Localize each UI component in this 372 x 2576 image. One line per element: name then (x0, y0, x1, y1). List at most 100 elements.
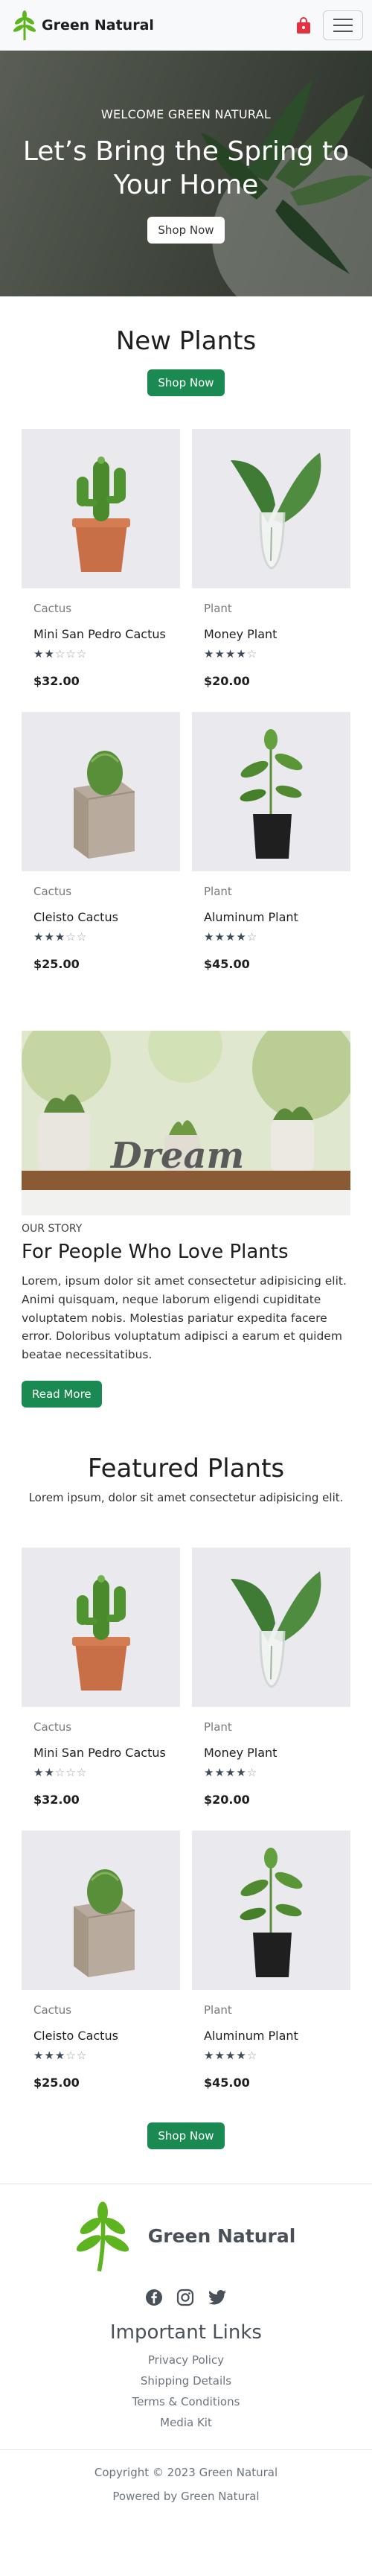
product-image[interactable] (22, 1547, 180, 1707)
featured-plants-subtitle: Lorem ipsum, dolor sit amet consectetur … (28, 1490, 344, 1504)
product-image[interactable] (22, 429, 180, 588)
new-plants-section: New Plants Shop Now Cactus Mini San Pedr… (0, 296, 372, 971)
footer: Green Natural Important Links Privacy Po… (0, 2183, 372, 2517)
star-empty-icon: ☆ (246, 930, 258, 944)
footer-link-shipping-details[interactable]: Shipping Details (0, 2370, 372, 2391)
hero-shop-now-button[interactable]: Shop Now (147, 217, 225, 244)
star-filled-icon: ★ (44, 1765, 55, 1779)
star-empty-icon: ☆ (54, 647, 66, 661)
product-image[interactable] (22, 1830, 180, 1990)
product-card[interactable]: Cactus Mini San Pedro Cactus ★★☆☆☆ $32.0… (22, 1547, 180, 1807)
product-card[interactable]: Cactus Cleisto Cactus ★★★☆☆ $25.00 (22, 712, 180, 971)
product-card[interactable]: Plant Aluminum Plant ★★★★☆ $45.00 (192, 712, 350, 971)
star-filled-icon: ★ (33, 2048, 45, 2062)
product-name[interactable]: Money Plant (204, 1746, 339, 1761)
twitter-icon[interactable] (208, 2289, 227, 2306)
product-name[interactable]: Money Plant (204, 627, 339, 643)
product-image[interactable] (22, 712, 180, 871)
product-rating: ★★★★☆ (204, 647, 339, 661)
star-empty-icon: ☆ (76, 647, 88, 661)
star-empty-icon: ☆ (246, 1765, 258, 1779)
star-filled-icon: ★ (33, 930, 45, 944)
product-price: $25.00 (33, 2075, 80, 2090)
product-card[interactable]: Plant Money Plant ★★★★☆ $20.00 (192, 1547, 350, 1807)
star-filled-icon: ★ (236, 2048, 247, 2062)
shopping-bag-icon[interactable] (295, 16, 312, 34)
star-empty-icon: ☆ (54, 1765, 66, 1779)
product-image[interactable] (192, 712, 350, 871)
footer-link-terms-conditions[interactable]: Terms & Conditions (0, 2391, 372, 2412)
featured-plants-title: Featured Plants (87, 1453, 285, 1483)
product-category: Plant (204, 2003, 232, 2017)
story-title: For People Who Love Plants (22, 1241, 289, 1263)
star-empty-icon: ☆ (246, 647, 258, 661)
footer-link-privacy-policy[interactable]: Privacy Policy (0, 2350, 372, 2370)
product-image[interactable] (192, 1830, 350, 1990)
new-plants-shop-now-button[interactable]: Shop Now (147, 369, 225, 396)
product-image[interactable] (192, 1547, 350, 1707)
product-price: $20.00 (204, 1792, 250, 1807)
star-empty-icon: ☆ (246, 2048, 258, 2062)
footer-link-media-kit[interactable]: Media Kit (0, 2412, 372, 2433)
instagram-icon[interactable] (176, 2289, 194, 2306)
product-name[interactable]: Cleisto Cactus (33, 2029, 168, 2044)
star-filled-icon: ★ (225, 647, 237, 661)
product-rating: ★★★★☆ (204, 2049, 339, 2062)
product-card[interactable]: Cactus Mini San Pedro Cactus ★★☆☆☆ $32.0… (22, 429, 180, 688)
product-name[interactable]: Aluminum Plant (204, 2029, 339, 2044)
star-filled-icon: ★ (44, 647, 55, 661)
story-text: Lorem, ipsum dolor sit amet consectetur … (22, 1274, 347, 1362)
leaf-logo-icon (13, 10, 36, 40)
product-rating: ★★★★☆ (204, 1766, 339, 1779)
story-kicker: OUR STORY (22, 1223, 83, 1235)
product-image[interactable] (192, 429, 350, 588)
star-filled-icon: ★ (204, 1765, 215, 1779)
facebook-icon[interactable] (145, 2289, 163, 2306)
product-price: $20.00 (204, 674, 250, 688)
important-links-title: Important Links (110, 2321, 262, 2344)
star-filled-icon: ★ (214, 1765, 225, 1779)
star-filled-icon: ★ (54, 2048, 66, 2062)
hero-banner: WELCOME GREEN NATURAL Let’s Bring the Sp… (0, 51, 372, 296)
brand-link[interactable]: Green Natural (13, 10, 154, 40)
footer-brand[interactable]: Green Natural (76, 2201, 295, 2272)
product-card[interactable]: Plant Aluminum Plant ★★★★☆ $45.00 (192, 1830, 350, 2090)
featured-shop-now-button[interactable]: Shop Now (147, 2122, 225, 2149)
product-card[interactable]: Plant Money Plant ★★★★☆ $20.00 (192, 429, 350, 688)
read-more-button[interactable]: Read More (22, 1380, 102, 1408)
product-name[interactable]: Mini San Pedro Cactus (33, 627, 168, 643)
leaf-logo-icon (76, 2201, 129, 2272)
product-name[interactable]: Cleisto Cactus (33, 910, 168, 926)
product-name[interactable]: Mini San Pedro Cactus (33, 1746, 168, 1761)
product-price: $32.00 (33, 674, 80, 688)
star-empty-icon: ☆ (65, 1765, 77, 1779)
star-filled-icon: ★ (236, 930, 247, 944)
star-filled-icon: ★ (225, 1765, 237, 1779)
star-filled-icon: ★ (236, 1765, 247, 1779)
product-rating: ★★☆☆☆ (33, 1766, 168, 1779)
navbar: Green Natural (0, 0, 372, 51)
product-category: Cactus (33, 1720, 72, 1734)
new-plants-title: New Plants (115, 326, 257, 356)
product-category: Cactus (33, 885, 72, 898)
star-filled-icon: ★ (204, 647, 215, 661)
star-empty-icon: ☆ (76, 1765, 88, 1779)
product-name[interactable]: Aluminum Plant (204, 910, 339, 926)
star-empty-icon: ☆ (65, 2048, 77, 2062)
star-filled-icon: ★ (214, 647, 225, 661)
star-filled-icon: ★ (44, 930, 55, 944)
product-card[interactable]: Cactus Cleisto Cactus ★★★☆☆ $25.00 (22, 1830, 180, 2090)
dream-plants-image: Dream (22, 1031, 350, 1215)
new-plants-grid: Cactus Mini San Pedro Cactus ★★☆☆☆ $32.0… (0, 429, 372, 971)
menu-toggle-button[interactable] (323, 10, 363, 40)
star-filled-icon: ★ (225, 2048, 237, 2062)
product-price: $32.00 (33, 1792, 80, 1807)
product-category: Plant (204, 1720, 232, 1734)
our-story-section: Dream OUR STORY For People Who Love Plan… (0, 1031, 372, 1408)
important-links-list: Privacy Policy Shipping Details Terms & … (0, 2350, 372, 2433)
product-rating: ★★★☆☆ (33, 2049, 168, 2062)
copyright-text: Copyright © 2023 Green Natural (94, 2465, 278, 2479)
star-filled-icon: ★ (214, 930, 225, 944)
product-rating: ★★☆☆☆ (33, 647, 168, 661)
featured-plants-grid: Cactus Mini San Pedro Cactus ★★☆☆☆ $32.0… (0, 1547, 372, 2090)
